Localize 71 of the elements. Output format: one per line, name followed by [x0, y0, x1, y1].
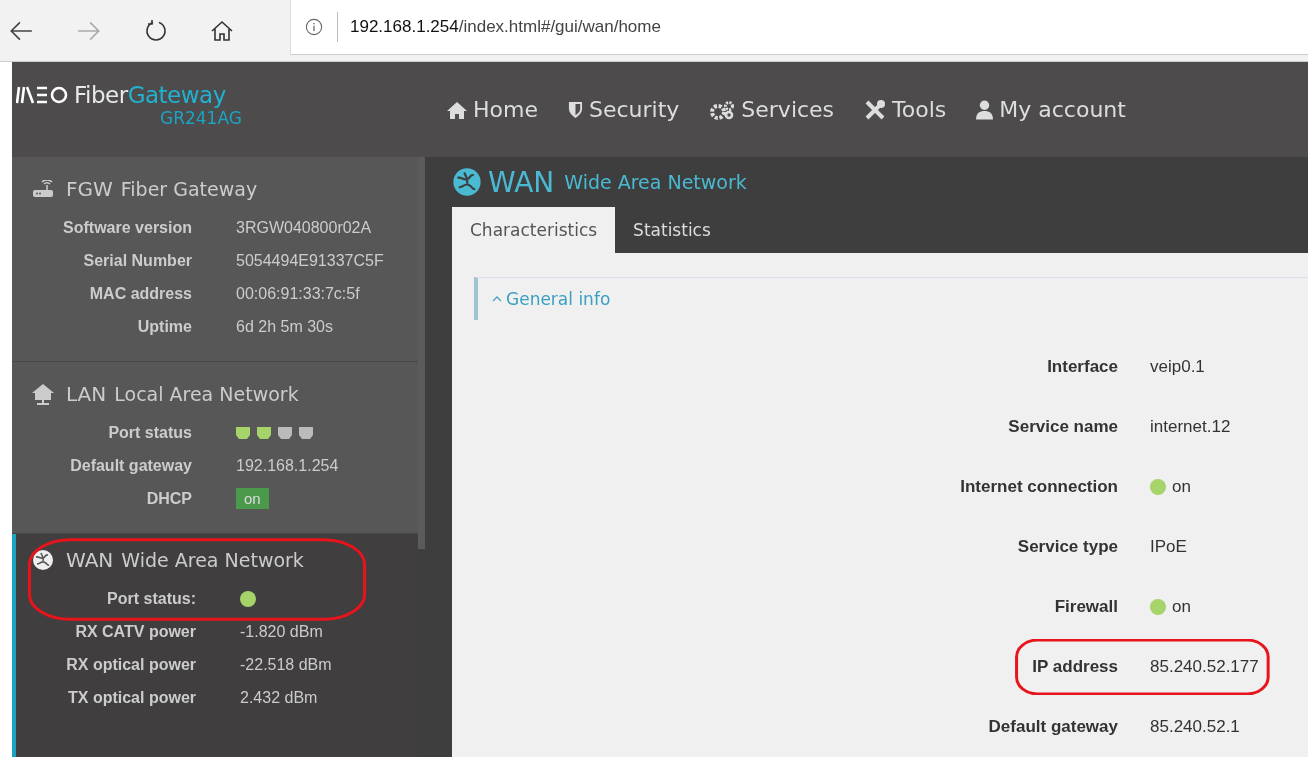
page-title: Wide Area Network: [564, 171, 747, 193]
info-label: Serial Number: [82, 251, 192, 270]
info-value: 3RGW040800r02A: [236, 218, 372, 237]
field-value: 85.240.52.1: [1150, 717, 1240, 737]
field-value: veip0.1: [1150, 357, 1205, 377]
field-value: IPoE: [1150, 537, 1187, 557]
brand-name: FiberGateway: [74, 82, 226, 108]
home-icon[interactable]: [210, 18, 234, 43]
address-bar[interactable]: 192.168.1.254/index.html#/gui/wan/home: [290, 0, 1308, 55]
tab[interactable]: Characteristics: [452, 207, 616, 253]
globe-icon: [32, 549, 54, 571]
field-label: IP address: [1031, 657, 1118, 677]
info-label: RX CATV power: [74, 622, 196, 641]
info-label: Port status:: [106, 589, 196, 608]
info-value: -22.518 dBm: [240, 655, 332, 674]
info-label: RX optical power: [65, 655, 196, 674]
nav-link[interactable]: Security: [567, 97, 680, 122]
field-value: internet.12: [1150, 417, 1231, 437]
router-icon: [32, 180, 54, 198]
user-icon: [976, 99, 994, 120]
refresh-icon[interactable]: [144, 18, 168, 43]
info-value: 192.168.1.254: [236, 456, 339, 475]
scrollbar[interactable]: [418, 157, 425, 549]
info-label: MAC address: [88, 284, 192, 303]
nav-link[interactable]: Services: [709, 97, 835, 122]
field-value: 85.240.52.177: [1150, 657, 1259, 677]
page-abbr: WAN: [488, 165, 555, 199]
url-host: 192.168.1.254: [350, 17, 459, 37]
section-title: Wide Area Network: [121, 549, 304, 571]
shield-icon: [567, 100, 583, 119]
section-abbr: LAN: [66, 382, 107, 406]
info-label: Default gateway: [69, 456, 192, 475]
field-label: Interface: [1046, 357, 1118, 377]
section-abbr: FGW: [66, 177, 113, 201]
field-value: on: [1172, 597, 1191, 617]
info-value: 00:06:91:33:7c:5f: [236, 284, 360, 303]
nav-link[interactable]: Home: [447, 97, 538, 122]
nav-link[interactable]: Tools: [864, 97, 947, 122]
caret-icon: [492, 296, 502, 302]
section-title: Local Area Network: [114, 383, 299, 405]
info-value: 2.432 dBm: [240, 688, 318, 707]
house-icon: [32, 383, 54, 405]
info-label: Software version: [62, 218, 192, 237]
info-label: TX optical power: [67, 688, 196, 707]
field-label: Internet connection: [959, 477, 1118, 497]
info-value: -1.820 dBm: [240, 622, 323, 641]
info-value: 5054494E91337C5F: [236, 251, 384, 270]
info-value: 6d 2h 5m 30s: [236, 317, 333, 336]
field-label: Service name: [1007, 417, 1118, 437]
home-icon: [447, 100, 467, 119]
field-value: on: [1172, 477, 1191, 497]
section-abbr: WAN: [66, 548, 114, 572]
logo-icon: [16, 85, 68, 105]
tools-icon: [864, 98, 887, 121]
info-label: Port status: [107, 423, 192, 442]
info-label: Uptime: [136, 317, 192, 336]
sidebar-section[interactable]: LAN Local Area Network Port status Default gateway 192.168.1.254 DHCP on: [12, 362, 418, 534]
status-badge: on: [236, 488, 269, 509]
section-title: Fiber Gateway: [120, 178, 258, 200]
model-name: GR241AG: [160, 108, 243, 128]
globe-icon: [452, 167, 482, 197]
field-label: Firewall: [1053, 597, 1118, 617]
info-label: DHCP: [145, 489, 192, 508]
sidebar-section[interactable]: FGW Fiber Gateway Software version 3RGW040800r02A Serial Number 5054494E91337C5F MAC address 00:06:91:33:7c:5f Uptime 6d 2h 5m 30s: [12, 157, 418, 362]
nav-link[interactable]: My account: [976, 97, 1126, 122]
field-label: Service type: [1016, 537, 1118, 557]
info-icon[interactable]: [305, 18, 323, 36]
field-label: Default gateway: [987, 717, 1118, 737]
gears-icon: [709, 99, 736, 120]
url-path: /index.html#/gui/wan/home: [458, 17, 661, 37]
tab[interactable]: Statistics: [615, 207, 729, 253]
